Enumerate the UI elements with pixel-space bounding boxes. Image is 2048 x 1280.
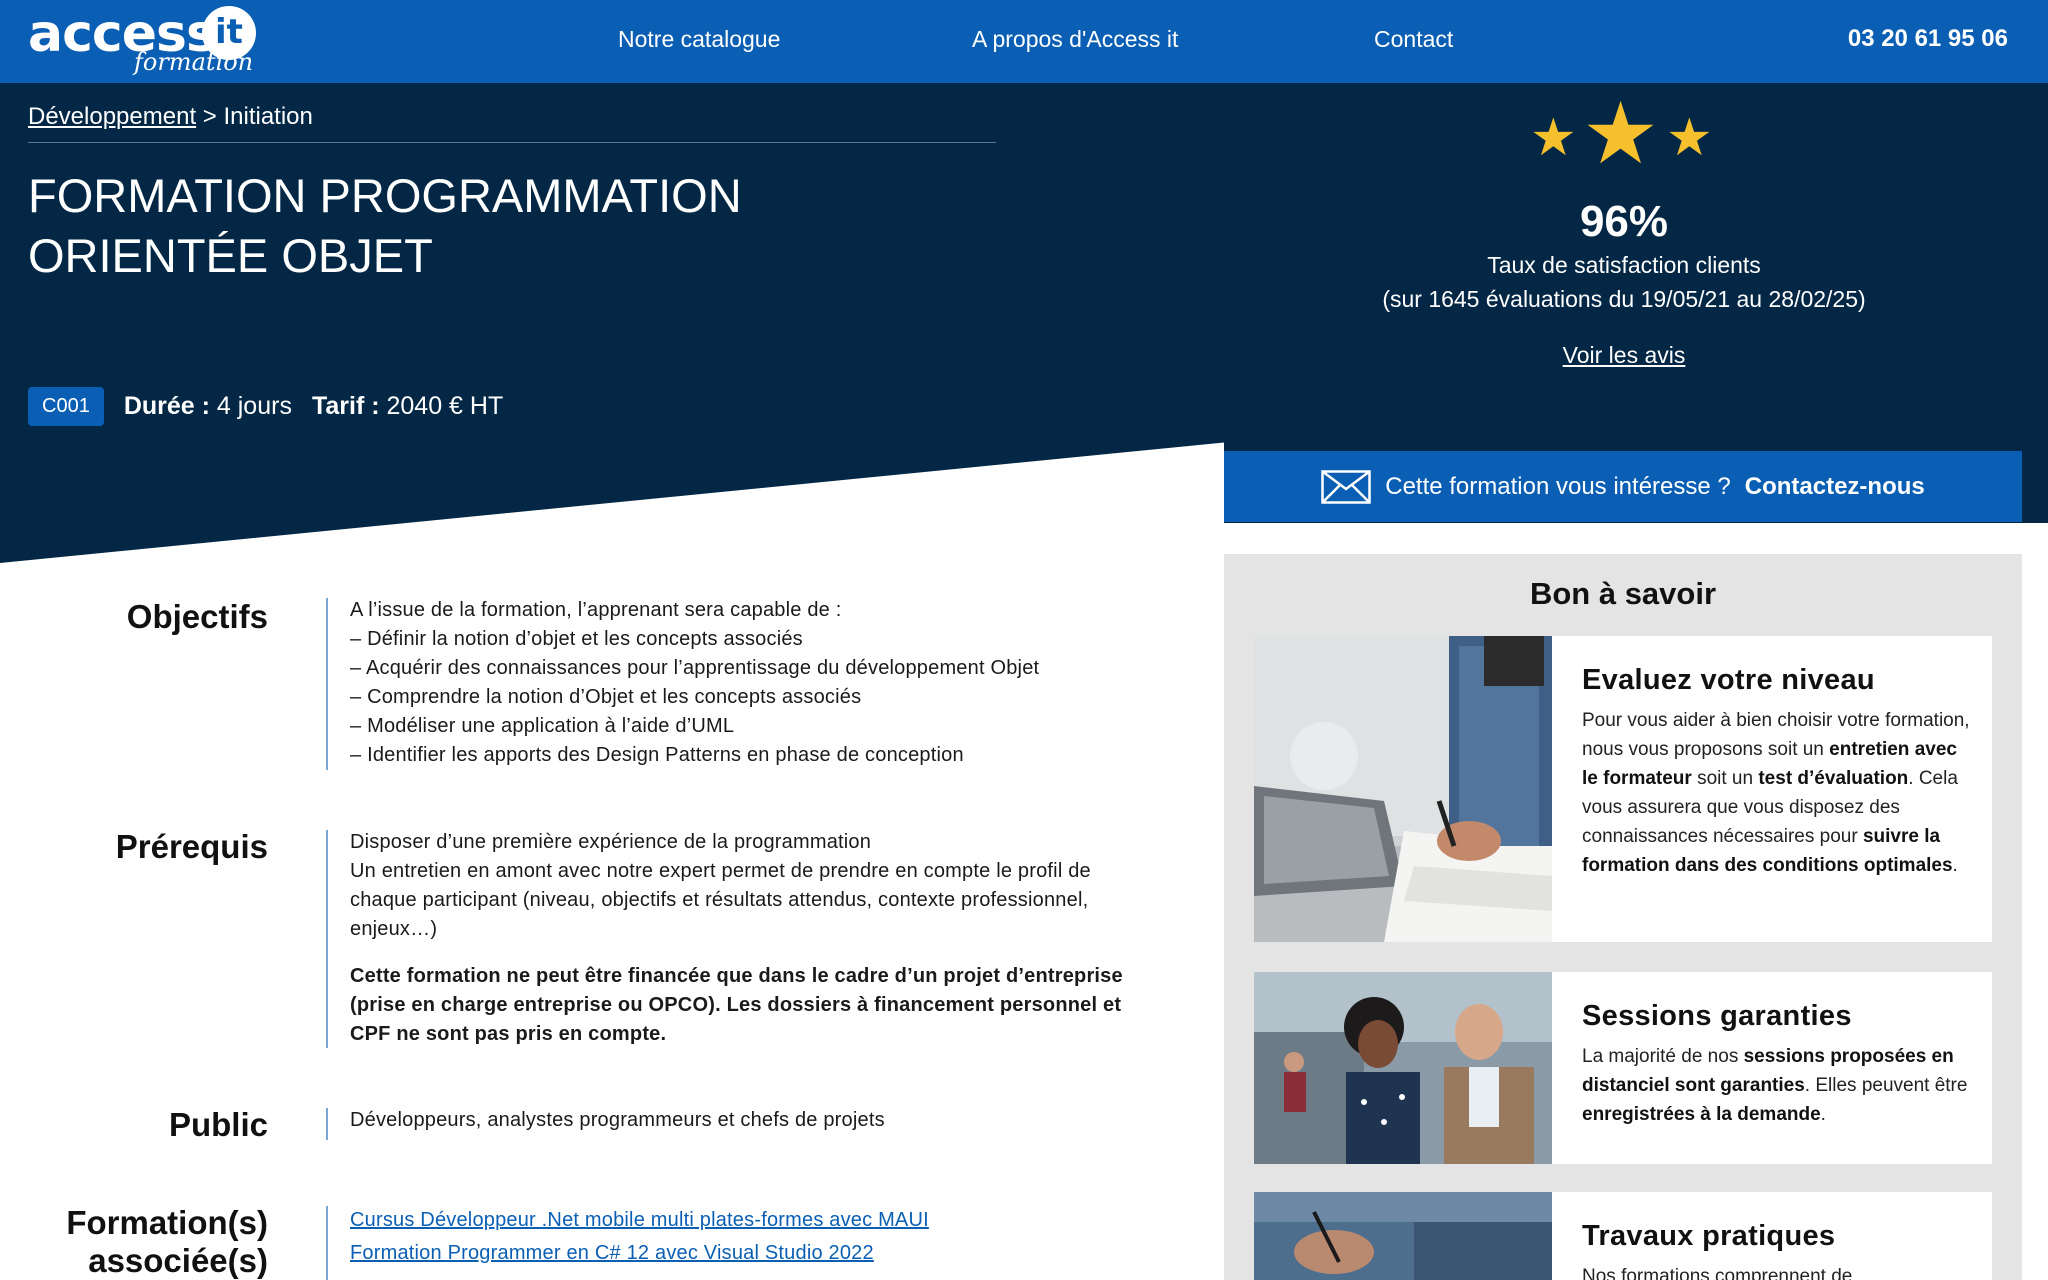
course-price: Tarif : 2040 € HT	[312, 392, 503, 421]
objectif-item: – Acquérir des connaissances pour l’appr…	[350, 657, 1040, 679]
associated-links: Cursus Développeur .Net mobile multi pla…	[350, 1204, 1150, 1270]
nav-catalogue[interactable]: Notre catalogue	[618, 24, 780, 54]
nav-about[interactable]: A propos d'Access it	[972, 24, 1178, 54]
section-objectifs: Objectifs A l’issue de la formation, l’a…	[0, 596, 1180, 772]
course-duration: Durée : 4 jours	[124, 392, 292, 421]
card-description: La majorité de nos sessions proposées en…	[1582, 1042, 1972, 1129]
objectif-item: – Identifier les apports des Design Patt…	[350, 744, 964, 766]
section-divider	[326, 1108, 328, 1140]
financing-notice: Cette formation ne peut être financée qu…	[350, 965, 1123, 1045]
associated-course-link[interactable]: Formation Programmer en C# 12 avec Visua…	[350, 1237, 1150, 1270]
section-divider	[326, 1206, 328, 1280]
card-text-strong: test d’évaluation	[1758, 768, 1909, 789]
card-text-run: .	[1820, 1104, 1826, 1125]
public-text: Développeurs, analystes programmeurs et …	[350, 1109, 885, 1131]
breadcrumb-divider	[28, 142, 996, 143]
price-value: 2040 € HT	[386, 391, 504, 420]
prerequis-body: Disposer d’une première expérience de la…	[350, 828, 1140, 1049]
objectif-item: – Modéliser une application à l’aide d’U…	[350, 715, 735, 737]
prerequis-line: Un entretien en amont avec notre expert …	[350, 860, 1091, 940]
section-divider	[326, 598, 328, 770]
price-label: Tarif :	[311, 391, 380, 420]
card-text-run: La majorité de nos	[1582, 1046, 1744, 1067]
card-text-run: soit un	[1691, 768, 1759, 789]
star-icon: ★	[1530, 109, 1577, 167]
card-text: Evaluez votre niveau Pour vous aider à b…	[1582, 662, 1972, 880]
page-title: FORMATION PROGRAMMATION ORIENTÉE OBJET	[28, 169, 742, 282]
section-title-line: associée(s)	[88, 1242, 268, 1279]
contact-cta-strong: Contactez-nous	[1744, 472, 1925, 500]
card-text-strong: enregistrées à la demande	[1582, 1104, 1821, 1125]
card-text-run: Nos formations comprennent de	[1582, 1266, 1853, 1280]
satisfaction-percent: 96%	[1579, 197, 1669, 246]
duration-label: Durée :	[123, 391, 210, 420]
satisfaction-details: (sur 1645 évaluations du 19/05/21 au 28/…	[1382, 286, 1866, 312]
section-prerequis: Prérequis Disposer d’une première expéri…	[0, 828, 1180, 1050]
rating-stars: ★ ★ ★	[1530, 86, 1720, 182]
colleagues-photo	[1254, 972, 1552, 1164]
section-title: Formation(s) associée(s)	[66, 1204, 268, 1280]
associated-course-link[interactable]: Cursus Développeur .Net mobile multi pla…	[350, 1204, 1150, 1237]
duration-value: 4 jours	[216, 391, 292, 420]
card-title: Travaux pratiques	[1582, 1220, 1836, 1252]
section-public: Public Développeurs, analystes programme…	[0, 1106, 1180, 1143]
top-navigation-bar: access it formation Notre catalogue A pr…	[0, 0, 2048, 83]
card-photo	[1254, 972, 1552, 1164]
star-icon: ★	[1582, 86, 1660, 182]
phone-number[interactable]: 03 20 61 95 06	[1848, 24, 2008, 54]
section-title: Prérequis	[115, 828, 268, 865]
course-code-badge: C001	[28, 386, 104, 426]
breadcrumb-parent-link[interactable]: Développement	[28, 103, 196, 130]
section-title: Objectifs	[126, 598, 268, 635]
card-text: Travaux pratiques Nos formations compren…	[1582, 1218, 1972, 1280]
card-evaluate-level: Evaluez votre niveau Pour vous aider à b…	[1254, 636, 1992, 942]
contact-cta-text: Cette formation vous intéresse ?	[1385, 472, 1731, 500]
course-meta: C001 Durée : 4 jours Tarif : 2040 € HT	[28, 386, 503, 426]
card-text: Sessions garanties La majorité de nos se…	[1582, 998, 1972, 1129]
card-photo	[1254, 636, 1552, 942]
access-it-logo[interactable]: access it formation	[28, 4, 258, 78]
breadcrumb: Développement > Initiation	[28, 102, 313, 132]
satisfaction-label: Taux de satisfaction clients	[1487, 252, 1761, 278]
objectifs-intro: A l’issue de la formation, l’apprenant s…	[350, 599, 842, 621]
good-to-know-panel: Bon à savoir Evaluez votre niveau Pour v…	[1224, 554, 2022, 1280]
section-title-line: Formation(s)	[66, 1204, 268, 1241]
breadcrumb-separator: >	[202, 103, 217, 130]
panel-title: Bon à savoir	[1529, 576, 1717, 611]
card-title: Sessions garanties	[1582, 1000, 1852, 1032]
breadcrumb-current: Initiation	[223, 103, 313, 130]
logo-subtitle: formation	[134, 48, 254, 76]
star-icon: ★	[1666, 109, 1713, 167]
card-description: Pour vous aider à bien choisir votre for…	[1582, 706, 1972, 880]
public-body: Développeurs, analystes programmeurs et …	[350, 1106, 1150, 1135]
person-writing-photo	[1254, 636, 1552, 942]
section-associated-courses: Formation(s) associée(s) Cursus Développ…	[0, 1204, 1180, 1280]
section-title: Public	[168, 1106, 268, 1143]
nav-contact[interactable]: Contact	[1374, 24, 1453, 54]
card-guaranteed-sessions: Sessions garanties La majorité de nos se…	[1254, 972, 1992, 1164]
view-reviews-link[interactable]: Voir les avis	[1524, 340, 1724, 370]
envelope-icon	[1321, 469, 1371, 504]
contact-us-button[interactable]: Cette formation vous intéresse ? Contact…	[1224, 451, 2022, 522]
hands-writing-photo	[1254, 1192, 1552, 1280]
objectif-item: – Définir la notion d’objet et les conce…	[350, 628, 803, 650]
card-photo	[1254, 1192, 1552, 1280]
prerequis-line: Disposer d’une première expérience de la…	[350, 831, 872, 853]
card-description: Nos formations comprennent de	[1582, 1262, 1972, 1280]
objectif-item: – Comprendre la notion d’Objet et les co…	[350, 686, 862, 708]
card-text-run: . Elles peuvent être	[1804, 1075, 1968, 1096]
card-title: Evaluez votre niveau	[1582, 664, 1875, 696]
card-text-run: .	[1952, 855, 1958, 876]
section-divider	[326, 830, 328, 1048]
card-practical-work: Travaux pratiques Nos formations compren…	[1254, 1192, 1992, 1280]
objectifs-body: A l’issue de la formation, l’apprenant s…	[350, 596, 1150, 770]
